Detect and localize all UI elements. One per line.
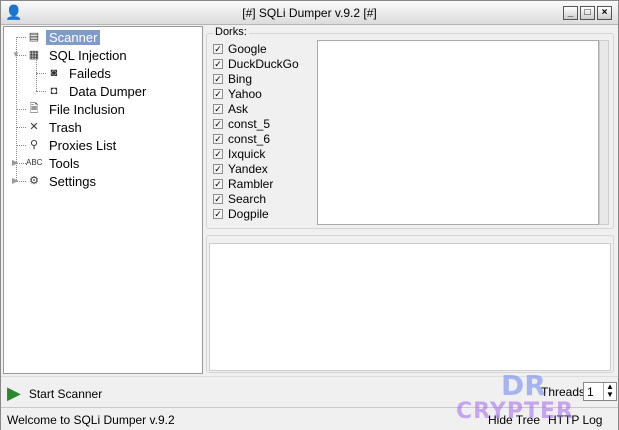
checkbox-checked-icon[interactable]: ✓ xyxy=(213,88,223,99)
dork-checkbox-duckduckgo[interactable]: ✓ DuckDuckGo xyxy=(213,56,299,71)
scanner-icon: ▤ xyxy=(28,31,40,43)
checkbox-checked-icon[interactable]: ✓ xyxy=(213,133,223,144)
dorks-label: Dorks: xyxy=(213,26,249,38)
status-bar: Welcome to SQLi Dumper v.9.2 Hide Tree H… xyxy=(1,407,618,430)
dork-label: DuckDuckGo xyxy=(228,56,299,71)
hide-tree-link[interactable]: Hide Tree xyxy=(488,413,540,427)
dork-checkbox-bing[interactable]: ✓ Bing xyxy=(213,71,252,86)
checkbox-checked-icon[interactable]: ✓ xyxy=(213,163,223,174)
dork-label: Google xyxy=(228,41,267,56)
tree-item-proxies-list[interactable]: ⚲ Proxies List xyxy=(26,136,119,154)
tree-item-faileds[interactable]: ◙ Faileds xyxy=(46,64,114,82)
dork-checkbox-dogpile[interactable]: ✓ Dogpile xyxy=(213,206,269,221)
dork-label: Rambler xyxy=(228,176,274,191)
tools-icon: ABC xyxy=(26,158,43,167)
tree-item-sql-injection[interactable]: ▦ SQL Injection xyxy=(26,46,130,64)
dork-label: Yandex xyxy=(228,161,268,176)
dork-label: Ixquick xyxy=(228,146,266,161)
dork-checkbox-google[interactable]: ✓ Google xyxy=(213,41,267,56)
checkbox-checked-icon[interactable]: ✓ xyxy=(213,73,223,84)
app-window: 👤 [#] SQLi Dumper v.9.2 [#] _ □ × ▼ ▶ ▶ … xyxy=(0,0,619,430)
start-scanner-label: Start Scanner xyxy=(28,386,103,401)
maximize-button[interactable]: □ xyxy=(580,6,595,20)
trash-icon: ✕ xyxy=(29,121,39,133)
dorks-textarea[interactable] xyxy=(317,40,599,225)
tree-item-scanner[interactable]: ▤ Scanner xyxy=(26,28,101,46)
status-text: Welcome to SQLi Dumper v.9.2 xyxy=(7,413,175,427)
tree-item-data-dumper[interactable]: ◘ Data Dumper xyxy=(46,82,149,100)
dork-label: Ask xyxy=(228,101,249,116)
window-title: [#] SQLi Dumper v.9.2 [#] xyxy=(242,6,377,20)
settings-icon: ⚙ xyxy=(29,175,39,187)
expand-arrow-icon[interactable]: ▶ xyxy=(12,158,18,167)
results-group xyxy=(206,235,614,373)
database-icon: ▦ xyxy=(28,49,40,61)
collapse-arrow-icon[interactable]: ▼ xyxy=(12,50,20,59)
close-button[interactable]: × xyxy=(597,6,612,20)
tree-item-settings[interactable]: ⚙ Settings xyxy=(26,172,99,190)
dorks-group: Dorks: ✓ Google ✓ DuckDuckGo ✓ Bing ✓ Yahoo ✓ Ask… xyxy=(206,26,614,229)
network-icon: ⚲ xyxy=(29,139,39,151)
dork-label: Search xyxy=(228,191,267,206)
dork-label: const_5 xyxy=(228,116,271,131)
spin-arrows-icon[interactable]: ▲ ▼ xyxy=(603,383,616,400)
threads-value[interactable]: 1 xyxy=(584,383,603,400)
threads-label: Threads xyxy=(541,385,586,399)
checkbox-checked-icon[interactable]: ✓ xyxy=(213,43,223,54)
failed-icon: ◙ xyxy=(50,67,58,79)
file-icon: 🗎 xyxy=(29,103,39,115)
tree-item-file-inclusion[interactable]: 🗎 File Inclusion xyxy=(26,100,128,118)
dork-label: Yahoo xyxy=(228,86,262,101)
dork-checkbox-ixquick[interactable]: ✓ Ixquick xyxy=(213,146,265,161)
dork-checkbox-search[interactable]: ✓ Search xyxy=(213,191,266,206)
dork-label: const_6 xyxy=(228,131,271,146)
navigation-tree[interactable]: ▼ ▶ ▶ ▤ Scanner ▦ SQL Injection ◙ Faileds ◘… xyxy=(3,26,203,374)
minimize-button[interactable]: _ xyxy=(563,6,578,20)
checkbox-checked-icon[interactable]: ✓ xyxy=(213,118,223,129)
dork-checkbox-const_5[interactable]: ✓ const_5 xyxy=(213,116,270,131)
results-area[interactable] xyxy=(209,243,611,371)
http-log-link[interactable]: HTTP Log xyxy=(548,413,602,427)
tree-item-tools[interactable]: ABC Tools xyxy=(26,154,82,172)
dork-checkbox-yandex[interactable]: ✓ Yandex xyxy=(213,161,268,176)
checkbox-checked-icon[interactable]: ✓ xyxy=(213,193,223,204)
dork-checkbox-yahoo[interactable]: ✓ Yahoo xyxy=(213,86,262,101)
checkbox-checked-icon[interactable]: ✓ xyxy=(213,103,223,114)
dork-label: Bing xyxy=(228,71,253,86)
tree-item-trash[interactable]: ✕ Trash xyxy=(26,118,85,136)
title-bar: 👤 [#] SQLi Dumper v.9.2 [#] _ □ × xyxy=(1,1,618,25)
dumper-icon: ◘ xyxy=(50,85,58,97)
checkbox-checked-icon[interactable]: ✓ xyxy=(213,148,223,159)
bottom-toolbar: ▶ Start Scanner Threads 1 ▲ ▼ xyxy=(1,376,618,406)
checkbox-checked-icon[interactable]: ✓ xyxy=(213,208,223,219)
threads-stepper[interactable]: 1 ▲ ▼ xyxy=(583,382,617,401)
checkbox-checked-icon[interactable]: ✓ xyxy=(213,178,223,189)
expand-arrow-icon[interactable]: ▶ xyxy=(12,176,18,185)
start-scanner-button[interactable]: ▶ Start Scanner xyxy=(7,383,102,404)
dork-checkbox-rambler[interactable]: ✓ Rambler xyxy=(213,176,273,191)
scrollbar[interactable] xyxy=(599,40,609,225)
dork-checkbox-ask[interactable]: ✓ Ask xyxy=(213,101,248,116)
dork-label: Dogpile xyxy=(228,206,269,221)
play-icon: ▶ xyxy=(7,383,21,403)
checkbox-checked-icon[interactable]: ✓ xyxy=(213,58,223,69)
dork-checkbox-const_6[interactable]: ✓ const_6 xyxy=(213,131,270,146)
